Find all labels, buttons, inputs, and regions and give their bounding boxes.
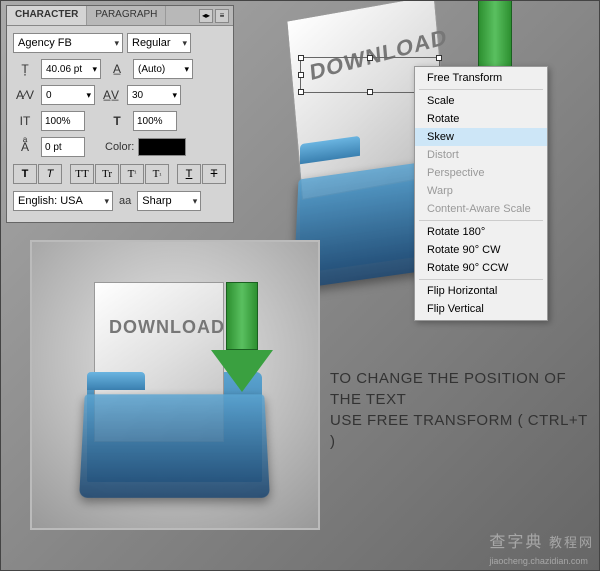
underline-button[interactable]: T — [177, 164, 201, 184]
panel-body: Agency FB Regular T͎ 40.06 pt A̲ (Auto) … — [7, 26, 233, 222]
ctx-scale[interactable]: Scale — [415, 92, 547, 110]
ctx-rotate[interactable]: Rotate — [415, 110, 547, 128]
watermark-suffix: 教程网 — [549, 535, 594, 550]
hscale-input[interactable]: 100% — [133, 111, 177, 131]
instruction-caption: TO CHANGE THE POSITION OF THE TEXT USE F… — [330, 368, 590, 452]
folder-tab — [87, 372, 145, 390]
leading-input[interactable]: (Auto) — [133, 59, 193, 79]
kerning-icon: A⁄V — [13, 86, 37, 104]
watermark-url: jiaocheng.chazidian.com — [489, 556, 588, 566]
vscale-icon: IT — [13, 112, 37, 130]
caption-line-1: TO CHANGE THE POSITION OF THE TEXT — [330, 368, 590, 410]
tracking-icon: A̲V̲ — [99, 86, 123, 104]
panel-tabs: CHARACTER PARAGRAPH ◂▸ ≡ — [7, 6, 233, 26]
tab-character[interactable]: CHARACTER — [7, 6, 87, 25]
ctx-rotate-180[interactable]: Rotate 180° — [415, 223, 547, 241]
font-style-select[interactable]: Regular — [127, 33, 191, 53]
ctx-separator — [419, 279, 543, 280]
watermark: 查字典 教程网 jiaocheng.chazidian.com — [489, 528, 594, 567]
caption-line-2: USE FREE TRANSFORM ( CTRL+T ) — [330, 410, 590, 452]
font-family-select[interactable]: Agency FB — [13, 33, 123, 53]
hscale-icon: T — [105, 112, 129, 130]
panel-collapse-icon[interactable]: ◂▸ — [199, 9, 213, 23]
ctx-free-transform[interactable]: Free Transform — [415, 69, 547, 87]
artwork-canvas-bottom: DOWNLOAD — [30, 240, 320, 530]
ctx-separator — [419, 220, 543, 221]
ctx-rotate-90-cw[interactable]: Rotate 90° CW — [415, 241, 547, 259]
ctx-rotate-90-ccw[interactable]: Rotate 90° CCW — [415, 259, 547, 277]
font-size-input[interactable]: 40.06 pt — [41, 59, 101, 79]
panel-menu-icon[interactable]: ≡ — [215, 9, 229, 23]
tracking-input[interactable]: 30 — [127, 85, 181, 105]
tab-paragraph[interactable]: PARAGRAPH — [87, 6, 166, 25]
folder-icon-result: DOWNLOAD — [32, 242, 318, 528]
ctx-flip-horizontal[interactable]: Flip Horizontal — [415, 282, 547, 300]
ctx-flip-vertical[interactable]: Flip Vertical — [415, 300, 547, 318]
watermark-cn: 查字典 — [489, 534, 543, 551]
color-label: Color: — [105, 141, 134, 153]
transform-context-menu: Free Transform Scale Rotate Skew Distort… — [414, 66, 548, 321]
baseline-input[interactable]: 0 pt — [41, 137, 85, 157]
font-size-icon: T͎ — [13, 60, 37, 78]
download-arrow-icon — [226, 282, 273, 392]
subscript-button[interactable]: T₁ — [145, 164, 169, 184]
strikethrough-button[interactable]: T — [202, 164, 226, 184]
kerning-input[interactable]: 0 — [41, 85, 95, 105]
ctx-warp: Warp — [415, 182, 547, 200]
antialias-select[interactable]: Sharp — [137, 191, 201, 211]
language-select[interactable]: English: USA — [13, 191, 113, 211]
ctx-distort: Distort — [415, 146, 547, 164]
text-style-buttons: T T TT Tr T¹ T₁ T T — [13, 164, 227, 184]
superscript-button[interactable]: T¹ — [120, 164, 144, 184]
download-text-bottom: DOWNLOAD — [109, 317, 225, 338]
color-swatch[interactable] — [138, 138, 186, 156]
folder-front — [79, 394, 270, 498]
ctx-skew[interactable]: Skew — [415, 128, 547, 146]
faux-bold-button[interactable]: T — [13, 164, 37, 184]
all-caps-button[interactable]: TT — [70, 164, 94, 184]
vscale-input[interactable]: 100% — [41, 111, 85, 131]
character-panel: CHARACTER PARAGRAPH ◂▸ ≡ Agency FB Regul… — [6, 5, 234, 223]
baseline-icon: Aͣ — [13, 138, 37, 156]
ctx-content-aware-scale: Content-Aware Scale — [415, 200, 547, 218]
faux-italic-button[interactable]: T — [38, 164, 62, 184]
ctx-separator — [419, 89, 543, 90]
ctx-perspective: Perspective — [415, 164, 547, 182]
small-caps-button[interactable]: Tr — [95, 164, 119, 184]
antialias-prefix: aa — [117, 195, 133, 207]
leading-icon: A̲ — [105, 60, 129, 78]
